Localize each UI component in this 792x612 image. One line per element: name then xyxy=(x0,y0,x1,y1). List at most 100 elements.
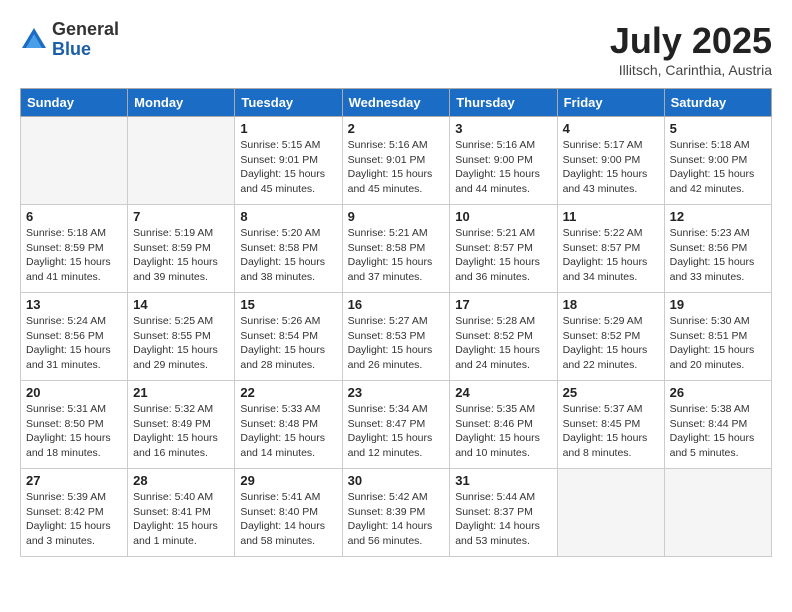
day-info: Sunrise: 5:39 AMSunset: 8:42 PMDaylight:… xyxy=(26,490,122,549)
day-number: 4 xyxy=(563,121,659,136)
calendar-cell xyxy=(557,469,664,557)
day-number: 3 xyxy=(455,121,551,136)
day-info: Sunrise: 5:16 AMSunset: 9:01 PMDaylight:… xyxy=(348,138,445,197)
day-info: Sunrise: 5:28 AMSunset: 8:52 PMDaylight:… xyxy=(455,314,551,373)
calendar-cell: 2 Sunrise: 5:16 AMSunset: 9:01 PMDaylight… xyxy=(342,117,450,205)
day-info: Sunrise: 5:16 AMSunset: 9:00 PMDaylight:… xyxy=(455,138,551,197)
logo-general: General xyxy=(52,20,119,40)
calendar-cell: 16 Sunrise: 5:27 AMSunset: 8:53 PMDayligh… xyxy=(342,293,450,381)
day-number: 26 xyxy=(670,385,766,400)
calendar-cell: 23Sunrise: 5:34 AMSunset: 8:47 PMDayligh… xyxy=(342,381,450,469)
day-number: 22 xyxy=(240,385,336,400)
day-number: 21 xyxy=(133,385,229,400)
calendar-cell: 19Sunrise: 5:30 AMSunset: 8:51 PMDayligh… xyxy=(664,293,771,381)
calendar: SundayMondayTuesdayWednesdayThursdayFrid… xyxy=(20,88,772,557)
day-info: Sunrise: 5:18 AMSunset: 9:00 PMDaylight:… xyxy=(670,138,766,197)
logo-icon xyxy=(20,26,48,54)
calendar-cell: 21 Sunrise: 5:32 AMSunset: 8:49 PMDayligh… xyxy=(128,381,235,469)
calendar-cell: 30 Sunrise: 5:42 AMSunset: 8:39 PMDayligh… xyxy=(342,469,450,557)
day-number: 2 xyxy=(348,121,445,136)
calendar-cell: 11Sunrise: 5:22 AMSunset: 8:57 PMDayligh… xyxy=(557,205,664,293)
day-of-week-header: Tuesday xyxy=(235,89,342,117)
calendar-cell: 8Sunrise: 5:20 AMSunset: 8:58 PMDaylight… xyxy=(235,205,342,293)
day-info: Sunrise: 5:18 AMSunset: 8:59 PMDaylight:… xyxy=(26,226,122,285)
day-number: 7 xyxy=(133,209,229,224)
calendar-cell: 3 Sunrise: 5:16 AMSunset: 9:00 PMDaylight… xyxy=(450,117,557,205)
title-block: July 2025 Illitsch, Carinthia, Austria xyxy=(610,20,772,78)
calendar-cell: 1 Sunrise: 5:15 AMSunset: 9:01 PMDaylight… xyxy=(235,117,342,205)
location: Illitsch, Carinthia, Austria xyxy=(610,62,772,78)
day-of-week-header: Wednesday xyxy=(342,89,450,117)
day-info: Sunrise: 5:42 AMSunset: 8:39 PMDaylight:… xyxy=(348,490,445,549)
calendar-cell: 13Sunrise: 5:24 AMSunset: 8:56 PMDayligh… xyxy=(21,293,128,381)
day-info: Sunrise: 5:19 AMSunset: 8:59 PMDaylight:… xyxy=(133,226,229,285)
calendar-week-row: 6 Sunrise: 5:18 AMSunset: 8:59 PMDaylight… xyxy=(21,205,772,293)
day-info: Sunrise: 5:35 AMSunset: 8:46 PMDaylight:… xyxy=(455,402,551,461)
calendar-cell: 7 Sunrise: 5:19 AMSunset: 8:59 PMDaylight… xyxy=(128,205,235,293)
calendar-cell: 15Sunrise: 5:26 AMSunset: 8:54 PMDayligh… xyxy=(235,293,342,381)
logo: General Blue xyxy=(20,20,119,60)
calendar-cell: 27 Sunrise: 5:39 AMSunset: 8:42 PMDayligh… xyxy=(21,469,128,557)
day-info: Sunrise: 5:23 AMSunset: 8:56 PMDaylight:… xyxy=(670,226,766,285)
logo-text: General Blue xyxy=(52,20,119,60)
day-number: 16 xyxy=(348,297,445,312)
calendar-cell: 29 Sunrise: 5:41 AMSunset: 8:40 PMDayligh… xyxy=(235,469,342,557)
day-info: Sunrise: 5:21 AMSunset: 8:58 PMDaylight:… xyxy=(348,226,445,285)
day-info: Sunrise: 5:27 AMSunset: 8:53 PMDaylight:… xyxy=(348,314,445,373)
day-info: Sunrise: 5:31 AMSunset: 8:50 PMDaylight:… xyxy=(26,402,122,461)
calendar-week-row: 1 Sunrise: 5:15 AMSunset: 9:01 PMDaylight… xyxy=(21,117,772,205)
calendar-cell xyxy=(21,117,128,205)
day-info: Sunrise: 5:15 AMSunset: 9:01 PMDaylight:… xyxy=(240,138,336,197)
page-header: General Blue July 2025 Illitsch, Carinth… xyxy=(20,20,772,78)
calendar-cell: 22Sunrise: 5:33 AMSunset: 8:48 PMDayligh… xyxy=(235,381,342,469)
calendar-cell: 5Sunrise: 5:18 AMSunset: 9:00 PMDaylight… xyxy=(664,117,771,205)
logo-blue: Blue xyxy=(52,40,119,60)
day-of-week-header: Friday xyxy=(557,89,664,117)
day-info: Sunrise: 5:37 AMSunset: 8:45 PMDaylight:… xyxy=(563,402,659,461)
day-number: 27 xyxy=(26,473,122,488)
calendar-cell: 9 Sunrise: 5:21 AMSunset: 8:58 PMDaylight… xyxy=(342,205,450,293)
day-number: 24 xyxy=(455,385,551,400)
day-number: 31 xyxy=(455,473,551,488)
day-number: 1 xyxy=(240,121,336,136)
day-number: 14 xyxy=(133,297,229,312)
day-info: Sunrise: 5:41 AMSunset: 8:40 PMDaylight:… xyxy=(240,490,336,549)
day-info: Sunrise: 5:34 AMSunset: 8:47 PMDaylight:… xyxy=(348,402,445,461)
day-of-week-header: Sunday xyxy=(21,89,128,117)
day-info: Sunrise: 5:17 AMSunset: 9:00 PMDaylight:… xyxy=(563,138,659,197)
calendar-cell: 10Sunrise: 5:21 AMSunset: 8:57 PMDayligh… xyxy=(450,205,557,293)
calendar-cell: 12Sunrise: 5:23 AMSunset: 8:56 PMDayligh… xyxy=(664,205,771,293)
day-info: Sunrise: 5:40 AMSunset: 8:41 PMDaylight:… xyxy=(133,490,229,549)
day-info: Sunrise: 5:44 AMSunset: 8:37 PMDaylight:… xyxy=(455,490,551,549)
day-of-week-header: Saturday xyxy=(664,89,771,117)
day-number: 10 xyxy=(455,209,551,224)
day-number: 20 xyxy=(26,385,122,400)
calendar-cell: 26Sunrise: 5:38 AMSunset: 8:44 PMDayligh… xyxy=(664,381,771,469)
calendar-week-row: 20 Sunrise: 5:31 AMSunset: 8:50 PMDayligh… xyxy=(21,381,772,469)
calendar-week-row: 27 Sunrise: 5:39 AMSunset: 8:42 PMDayligh… xyxy=(21,469,772,557)
day-number: 11 xyxy=(563,209,659,224)
day-number: 19 xyxy=(670,297,766,312)
day-info: Sunrise: 5:32 AMSunset: 8:49 PMDaylight:… xyxy=(133,402,229,461)
calendar-cell: 4 Sunrise: 5:17 AMSunset: 9:00 PMDaylight… xyxy=(557,117,664,205)
calendar-cell: 31 Sunrise: 5:44 AMSunset: 8:37 PMDayligh… xyxy=(450,469,557,557)
day-number: 8 xyxy=(240,209,336,224)
day-info: Sunrise: 5:25 AMSunset: 8:55 PMDaylight:… xyxy=(133,314,229,373)
day-number: 30 xyxy=(348,473,445,488)
day-number: 9 xyxy=(348,209,445,224)
calendar-cell: 17Sunrise: 5:28 AMSunset: 8:52 PMDayligh… xyxy=(450,293,557,381)
calendar-cell: 14 Sunrise: 5:25 AMSunset: 8:55 PMDayligh… xyxy=(128,293,235,381)
day-of-week-header: Monday xyxy=(128,89,235,117)
day-number: 18 xyxy=(563,297,659,312)
day-number: 13 xyxy=(26,297,122,312)
day-info: Sunrise: 5:26 AMSunset: 8:54 PMDaylight:… xyxy=(240,314,336,373)
calendar-cell: 18 Sunrise: 5:29 AMSunset: 8:52 PMDayligh… xyxy=(557,293,664,381)
day-number: 29 xyxy=(240,473,336,488)
calendar-cell: 28Sunrise: 5:40 AMSunset: 8:41 PMDayligh… xyxy=(128,469,235,557)
calendar-cell: 25Sunrise: 5:37 AMSunset: 8:45 PMDayligh… xyxy=(557,381,664,469)
calendar-week-row: 13Sunrise: 5:24 AMSunset: 8:56 PMDayligh… xyxy=(21,293,772,381)
calendar-cell: 24 Sunrise: 5:35 AMSunset: 8:46 PMDayligh… xyxy=(450,381,557,469)
calendar-cell: 6 Sunrise: 5:18 AMSunset: 8:59 PMDaylight… xyxy=(21,205,128,293)
day-number: 6 xyxy=(26,209,122,224)
day-info: Sunrise: 5:29 AMSunset: 8:52 PMDaylight:… xyxy=(563,314,659,373)
